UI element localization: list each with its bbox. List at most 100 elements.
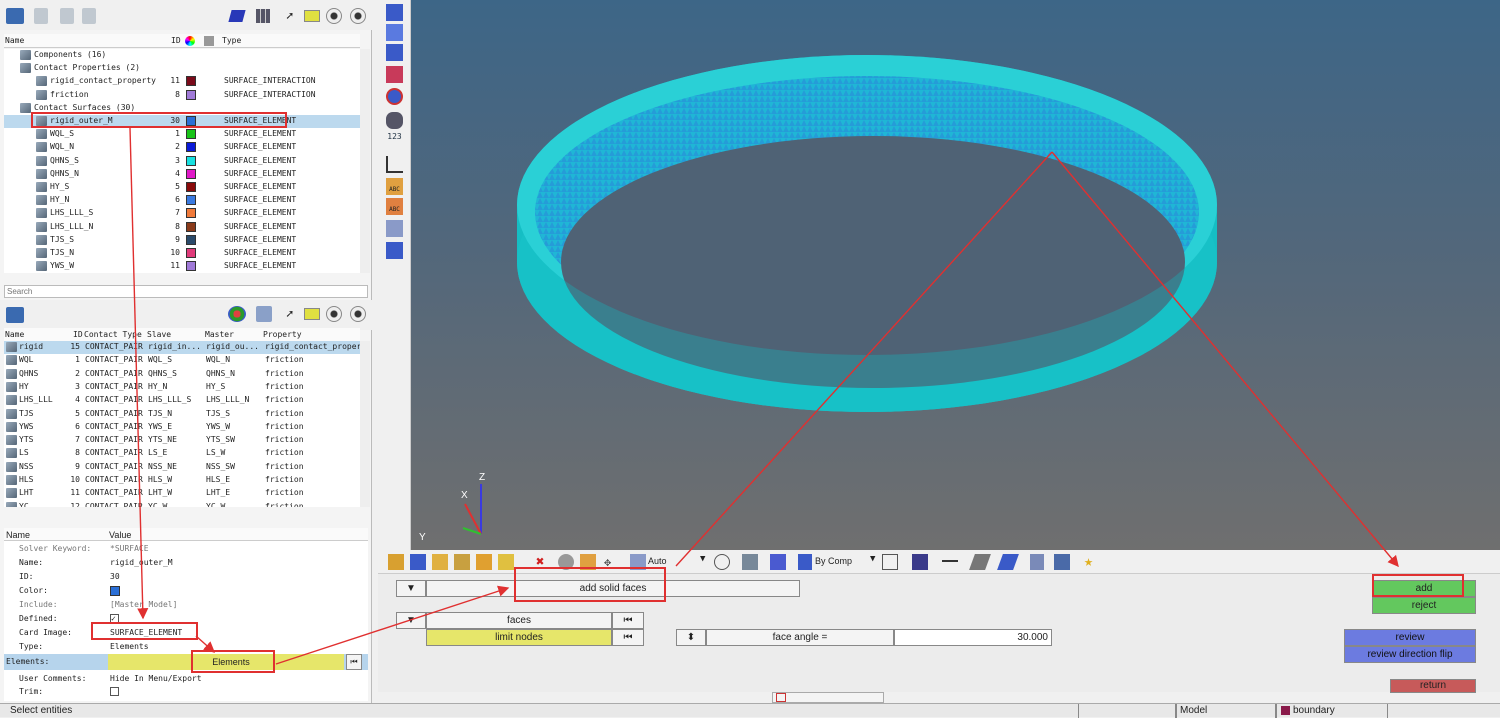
graphics-icon[interactable] — [742, 554, 758, 570]
tree-row[interactable]: WQL_S 1 SURFACE_ELEMENT — [4, 128, 360, 141]
contact-row[interactable]: YTS 7 CONTACT_PAIR YTS_NE YTS_SW friction — [4, 434, 360, 447]
import-icon[interactable] — [476, 554, 492, 570]
color-entity-icon[interactable] — [228, 306, 246, 322]
assembly-icon[interactable] — [410, 554, 426, 570]
cube-icon[interactable] — [770, 554, 786, 570]
id-value[interactable]: 30 — [110, 572, 120, 581]
cursor-icon[interactable]: ➚ — [286, 10, 296, 23]
trim-checkbox[interactable] — [110, 687, 119, 696]
elements-icon[interactable] — [1030, 554, 1044, 570]
tree-row[interactable]: HY_S 5 SURFACE_ELEMENT — [4, 181, 360, 194]
tree-row[interactable]: Contact Properties (2) — [4, 62, 360, 75]
view-icon[interactable] — [6, 307, 24, 323]
color-swatch[interactable] — [186, 89, 196, 100]
display-icon[interactable] — [498, 554, 514, 570]
contact-row[interactable]: rigid 15 CONTACT_PAIR rigid_in... rigid_ou..… — [4, 341, 360, 354]
color-swatch[interactable] — [186, 248, 196, 258]
rotate-icon[interactable] — [386, 112, 403, 129]
col-id[interactable]: ID — [73, 330, 83, 339]
chevron-down-icon[interactable]: ▼ — [396, 580, 426, 597]
contact-row[interactable]: LHS_LLL 4 CONTACT_PAIR LHS_LLL_S LHS_LLL_N fr… — [4, 394, 360, 407]
col-id[interactable]: ID — [171, 36, 181, 45]
view-left-icon[interactable] — [386, 44, 403, 61]
wireframe-icon[interactable] — [882, 554, 898, 570]
contact-row[interactable]: WQL 1 CONTACT_PAIR WQL_S WQL_N friction — [4, 354, 360, 367]
tree-row[interactable]: HY_N 6 SURFACE_ELEMENT — [4, 194, 360, 207]
hierarchy-collapse-icon[interactable] — [82, 8, 96, 24]
property-icon[interactable] — [256, 306, 272, 322]
contact-row[interactable]: LS 8 CONTACT_PAIR LS_E LS_W friction — [4, 447, 360, 460]
transform-icon[interactable] — [386, 220, 403, 237]
include-value[interactable]: [Master Model] — [110, 600, 177, 609]
tree-scrollbar[interactable] — [360, 49, 370, 273]
screen-icon[interactable] — [1054, 554, 1070, 570]
col-type[interactable]: Type — [222, 36, 241, 45]
shape-icon[interactable] — [714, 554, 730, 570]
surface-icon[interactable] — [997, 554, 1019, 570]
cursor-icon[interactable]: ➚ — [286, 308, 296, 321]
col-name[interactable]: Name — [5, 36, 24, 45]
ime-bar[interactable] — [772, 692, 884, 703]
ime-icon[interactable] — [776, 693, 786, 702]
color-swatch[interactable] — [186, 221, 196, 232]
col-property[interactable]: Property — [263, 330, 302, 339]
tree-row[interactable]: YWS_W 11 SURFACE_ELEMENT — [4, 260, 360, 273]
chevron-down-icon[interactable]: ▼ — [396, 612, 426, 629]
graphics-viewport[interactable]: Z X Y — [411, 0, 1500, 550]
type-value[interactable]: Elements — [110, 642, 149, 651]
col-name[interactable]: Name — [5, 330, 24, 339]
review-button[interactable]: review — [1344, 629, 1476, 646]
col-slave[interactable]: Slave — [147, 330, 171, 339]
color-swatch[interactable] — [186, 234, 196, 245]
view-icon[interactable] — [6, 8, 24, 24]
reset-icon[interactable]: ⏮ — [346, 654, 362, 670]
color-swatch[interactable] — [186, 142, 196, 153]
contact-row[interactable]: YWS 6 CONTACT_PAIR YWS_E YWS_W friction — [4, 421, 360, 434]
chevron-down-icon[interactable]: ▼ — [700, 554, 705, 564]
star-icon[interactable]: ★ — [1084, 552, 1100, 570]
tree-row[interactable]: TJS_N 10 SURFACE_ELEMENT — [4, 247, 360, 260]
view-right-icon[interactable] — [386, 66, 403, 83]
auto-dropdown[interactable]: Auto — [648, 556, 667, 566]
label-abc-icon[interactable]: ABC — [386, 178, 403, 195]
hierarchy-icon[interactable] — [34, 8, 48, 24]
visibility-icon[interactable] — [326, 306, 342, 322]
face-angle-input[interactable]: 30.000 — [894, 629, 1052, 646]
color-swatch[interactable] — [186, 155, 196, 166]
contact-row[interactable]: LHT 11 CONTACT_PAIR LHT_W LHT_E friction — [4, 487, 360, 500]
color-swatch[interactable] — [186, 208, 196, 219]
color-swatch[interactable] — [186, 76, 196, 87]
contact-row[interactable]: NSS 9 CONTACT_PAIR NSS_NE NSS_SW friction — [4, 461, 360, 474]
solid-icon[interactable] — [912, 554, 928, 570]
numbering-icon[interactable]: 123 — [386, 132, 403, 149]
faces-selector[interactable]: faces — [426, 612, 612, 629]
tree-row[interactable]: LHS_LLL_N 8 SURFACE_ELEMENT — [4, 221, 360, 234]
chevron-down-icon[interactable]: ▼ — [870, 554, 875, 564]
reset-nodes-icon[interactable]: ⏮ — [612, 629, 644, 646]
status-component[interactable]: boundary — [1276, 704, 1388, 718]
color-swatch[interactable] — [186, 195, 196, 206]
grid-icon[interactable] — [256, 9, 270, 23]
review-direction-flip-button[interactable]: review direction flip — [1344, 646, 1476, 663]
isolate-icon[interactable] — [350, 8, 366, 24]
search-box[interactable] — [4, 285, 368, 298]
line-icon[interactable] — [942, 560, 958, 562]
reject-button[interactable]: reject — [1372, 597, 1476, 614]
col-contact-type[interactable]: Contact Type — [84, 330, 142, 339]
visibility-icon[interactable] — [326, 8, 342, 24]
tree-row[interactable]: QHNS_S 3 SURFACE_ELEMENT — [4, 155, 360, 168]
toggle-icon[interactable]: ⬍ — [676, 629, 706, 646]
label-abc-2-icon[interactable]: ABC — [386, 198, 403, 215]
folder-icon[interactable] — [304, 308, 320, 320]
find-icon[interactable] — [432, 554, 448, 570]
entity-icon[interactable] — [228, 10, 246, 22]
plane-icon[interactable] — [969, 554, 991, 570]
attach-icon[interactable] — [454, 554, 470, 570]
tree-row[interactable]: LHS_LLL_S 7 SURFACE_ELEMENT — [4, 207, 360, 220]
contact-row[interactable]: TJS 5 CONTACT_PAIR TJS_N TJS_S friction — [4, 408, 360, 421]
by-comp-dropdown[interactable]: By Comp — [815, 556, 852, 566]
mask-icon[interactable] — [386, 242, 403, 259]
color-swatch[interactable] — [186, 182, 196, 192]
limit-nodes-selector[interactable]: limit nodes — [426, 629, 612, 646]
component-icon[interactable] — [388, 554, 404, 570]
